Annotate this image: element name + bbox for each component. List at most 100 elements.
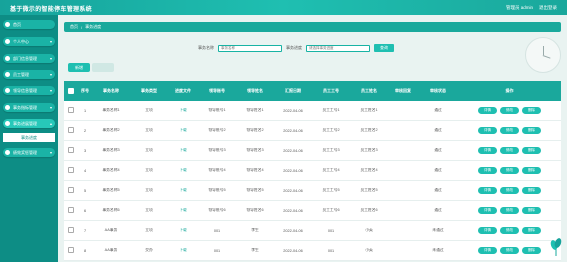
sidebar-item-label: 个人中心 <box>13 38 29 44</box>
table-cell: 领导账号5 <box>208 188 226 192</box>
sidebar-item-performance[interactable]: 绩效奖惩管理 ▾ <box>3 148 55 157</box>
delete-button[interactable]: 删除 <box>522 247 541 254</box>
delete-button[interactable]: 删除 <box>522 207 541 214</box>
delete-button[interactable]: 删除 <box>522 127 541 134</box>
table-cell: 小英 <box>365 248 373 252</box>
edit-button[interactable]: 修改 <box>500 147 519 154</box>
sidebar-item-home[interactable]: 首页 <box>3 20 55 29</box>
download-link[interactable]: 下载 <box>168 168 198 173</box>
edit-button[interactable]: 修改 <box>500 127 519 134</box>
table-row: 4 事务名称4 立项 下载 领导账号4 领导姓名4 2022-04-06 员工工号4 员工姓名4… <box>64 161 561 181</box>
row-checkbox[interactable] <box>64 127 78 134</box>
download-link[interactable]: 下载 <box>168 108 198 113</box>
edit-button[interactable]: 修改 <box>500 227 519 234</box>
sidebar-item-employee[interactable]: 员工管理 ▾ <box>3 70 55 79</box>
table-cell: 领导姓名3 <box>246 148 264 152</box>
table-row: 5 事务名称5 立项 下载 领导账号5 领导姓名5 2022-04-06 员工工号5 员工姓名5… <box>64 181 561 201</box>
table-cell: 2022-04-06 <box>283 128 303 133</box>
task-progress-select[interactable] <box>306 44 370 52</box>
row-checkbox[interactable] <box>64 207 78 214</box>
sidebar-item-leader[interactable]: 领导信息管理 ▾ <box>3 86 55 95</box>
detail-button[interactable]: 详情 <box>478 187 497 194</box>
download-link[interactable]: 下载 <box>168 148 198 153</box>
edit-button[interactable]: 修改 <box>500 107 519 114</box>
sidebar-item-task-index[interactable]: 事务指标管理 ▾ <box>3 103 55 112</box>
table-cell: 员工姓名4 <box>360 168 378 172</box>
table-header: 序号 事务名称 事务类型 进度文件 领导账号 领导姓名 汇报日期 员工工号 员工… <box>64 81 561 101</box>
delete-button[interactable]: 删除 <box>522 107 541 114</box>
query-button[interactable]: 查询 <box>374 44 394 52</box>
sidebar-item-label: 事务进展管理 <box>13 120 37 126</box>
chevron-up-icon: ▴ <box>49 121 52 126</box>
table-cell: 员工姓名6 <box>360 208 378 212</box>
edit-button[interactable]: 修改 <box>500 247 519 254</box>
edit-button[interactable]: 修改 <box>500 207 519 214</box>
table-cell: 领导姓名5 <box>246 188 264 192</box>
row-checkbox[interactable] <box>64 147 78 154</box>
batch-delete-button[interactable] <box>92 63 114 72</box>
table-cell: 2022-04-06 <box>283 188 303 193</box>
row-checkbox[interactable] <box>64 107 78 114</box>
detail-button[interactable]: 详情 <box>478 147 497 154</box>
sidebar-item-profile[interactable]: 个人中心 ▾ <box>3 37 55 46</box>
edit-button[interactable]: 修改 <box>500 167 519 174</box>
logout-link[interactable]: 退出登录 <box>539 5 557 11</box>
detail-button[interactable]: 详情 <box>478 227 497 234</box>
detail-button[interactable]: 详情 <box>478 167 497 174</box>
table-body: 1 事务名称1 立项 下载 领导账号1 领导姓名1 2022-04-06 员工工号1 员工姓名1… <box>64 101 561 261</box>
delete-button[interactable]: 删除 <box>522 167 541 174</box>
download-link[interactable]: 下载 <box>168 208 198 213</box>
sidebar-item-label: 领导信息管理 <box>13 87 37 93</box>
task-name-input[interactable] <box>218 44 282 52</box>
row-checkbox[interactable] <box>64 187 78 194</box>
row-checkbox[interactable] <box>64 227 78 234</box>
select-all-checkbox[interactable] <box>64 87 78 95</box>
detail-button[interactable]: 详情 <box>478 107 497 114</box>
row-checkbox[interactable] <box>64 247 78 254</box>
table-cell: 立项 <box>145 228 153 232</box>
detail-button[interactable]: 详情 <box>478 127 497 134</box>
row-actions: 详情 修改 删除 <box>458 147 561 154</box>
col-header: 序号 <box>81 88 89 93</box>
sidebar-item-task-progress[interactable]: 事务进展管理 ▴ <box>3 119 55 128</box>
user-icon <box>5 39 10 44</box>
delete-button[interactable]: 删除 <box>522 187 541 194</box>
row-actions: 详情 修改 删除 <box>458 207 561 214</box>
col-header: 领导姓名 <box>247 88 263 93</box>
row-actions: 详情 修改 删除 <box>458 227 561 234</box>
table-cell: 未通过 <box>432 228 444 232</box>
table-cell: 员工姓名1 <box>360 108 378 112</box>
department-icon <box>5 56 10 61</box>
delete-button[interactable]: 删除 <box>522 227 541 234</box>
plant-icon <box>550 238 562 256</box>
delete-button[interactable]: 删除 <box>522 147 541 154</box>
table-cell: 立项 <box>145 148 153 152</box>
table-cell: 6 <box>83 208 87 213</box>
sidebar-item-label: 绩效奖惩管理 <box>13 149 37 155</box>
sidebar-item-department[interactable]: 部门信息管理 ▾ <box>3 54 55 63</box>
detail-button[interactable]: 详情 <box>478 207 497 214</box>
table-cell: 立项 <box>145 168 153 172</box>
add-button[interactable]: 新增 <box>68 63 90 72</box>
table-cell: 1 <box>83 108 87 113</box>
col-header: 事务类型 <box>141 88 157 93</box>
col-header: 操作 <box>505 88 514 93</box>
data-table: 序号 事务名称 事务类型 进度文件 领导账号 领导姓名 汇报日期 员工工号 员工… <box>64 81 561 261</box>
row-checkbox[interactable] <box>64 167 78 174</box>
download-link[interactable]: 下载 <box>168 188 198 193</box>
row-actions: 详情 修改 删除 <box>458 247 561 254</box>
table-cell: 5 <box>83 188 87 193</box>
breadcrumb-home[interactable]: 首页 <box>70 24 78 30</box>
table-row: 2 事务名称2 立项 下载 领导账号2 领导姓名2 2022-04-06 员工工号2 员工姓名2… <box>64 121 561 141</box>
table-cell: 未通过 <box>432 248 444 252</box>
download-link[interactable]: 下载 <box>168 228 198 233</box>
top-header: 基于微示的智能停车管理系统 管理员 admin 退出登录 <box>0 0 567 15</box>
download-link[interactable]: 下载 <box>168 128 198 133</box>
row-actions: 详情 修改 删除 <box>458 187 561 194</box>
table-cell: 立项 <box>145 188 153 192</box>
sidebar-item-label: 事务指标管理 <box>13 104 37 110</box>
download-link[interactable]: 下载 <box>168 248 198 253</box>
detail-button[interactable]: 详情 <box>478 247 497 254</box>
sidebar-subitem-progress[interactable]: 事务进度 <box>3 133 55 142</box>
edit-button[interactable]: 修改 <box>500 187 519 194</box>
